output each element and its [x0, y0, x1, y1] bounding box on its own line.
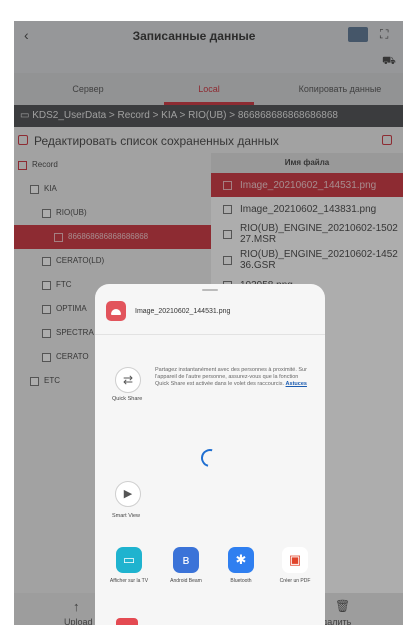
smart-view-label[interactable]: Smart View: [112, 513, 140, 519]
share-app-label[interactable]: Afficher sur la TV: [99, 578, 159, 584]
share-sheet: Image_20210602_144531.png ⇄ Quick Share …: [95, 284, 325, 625]
loading-spinner-icon: [197, 445, 223, 471]
tips-link[interactable]: Astuces: [286, 381, 307, 387]
share-app-label[interactable]: Bluetooth: [211, 578, 271, 584]
quick-share-icon[interactable]: ⇄: [115, 367, 141, 393]
quick-share-description: Partagez instantanément avec des personn…: [155, 367, 311, 387]
divider: [95, 334, 325, 335]
image-file-icon: [106, 301, 126, 321]
share-filename: Image_20210602_144531.png: [135, 308, 231, 315]
share-app-label[interactable]: Créer un PDF: [265, 578, 325, 584]
app-window: ‹ Записанные данные ⛶ ⛟ Сервер Local Коп…: [14, 21, 403, 625]
quick-share-label[interactable]: Quick Share: [112, 396, 142, 402]
pdf-icon[interactable]: ▣: [282, 547, 308, 573]
sheet-handle[interactable]: [202, 289, 218, 291]
quick-share-text: Partagez instantanément avec des personn…: [155, 367, 307, 387]
bluetooth-icon[interactable]: ✱: [228, 547, 254, 573]
tv-icon[interactable]: ▭: [116, 547, 142, 573]
android-beam-icon[interactable]: ʙ: [173, 547, 199, 573]
screen-frame: ‹ Записанные данные ⛶ ⛟ Сервер Local Коп…: [0, 0, 403, 625]
smart-view-icon[interactable]: ▶: [115, 481, 141, 507]
share-app-label[interactable]: Android Beam: [156, 578, 216, 584]
more-apps-icon[interactable]: [116, 618, 138, 625]
